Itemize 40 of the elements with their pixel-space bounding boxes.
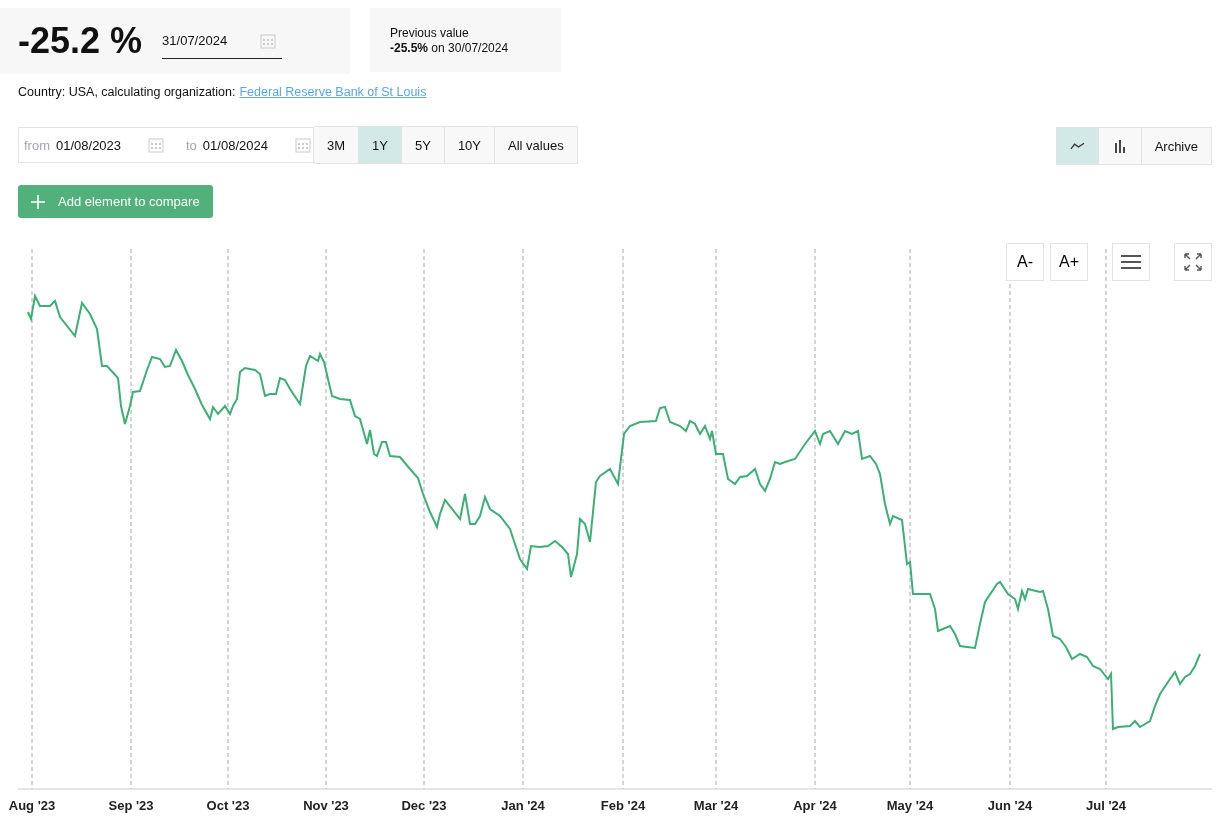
fullscreen-icon: [1184, 253, 1202, 271]
x-axis-label: Aug '23: [8, 798, 56, 813]
x-axis-label: Feb '24: [600, 798, 646, 813]
bar-chart-icon: [1113, 139, 1126, 153]
font-size-button[interactable]: A+: [1050, 243, 1088, 281]
period-tab[interactable]: All values: [495, 126, 578, 164]
x-axis-label: Mar '24: [693, 798, 739, 813]
to-date-input[interactable]: 01/08/2024: [202, 137, 289, 153]
x-axis-label: Sep '23: [108, 798, 154, 813]
from-date-input[interactable]: 01/08/2023: [56, 137, 142, 153]
previous-value-text: -25.5% on 30/07/2024: [390, 41, 510, 56]
date-input[interactable]: 31/07/2024: [162, 33, 253, 48]
period-tab[interactable]: 1Y: [359, 126, 402, 164]
x-axis-label: Jan '24: [501, 798, 545, 813]
archive-button[interactable]: Archive: [1141, 127, 1212, 165]
to-label: to: [186, 137, 197, 153]
period-tab[interactable]: 5Y: [401, 126, 445, 164]
previous-value-label: Previous value: [390, 26, 470, 41]
source-text: Country: USA, calculating organization:: [18, 85, 236, 99]
plus-icon: [30, 193, 46, 210]
menu-icon: [1120, 254, 1142, 270]
indicator-value: -25.2 %: [18, 20, 143, 62]
x-axis-label: Nov '23: [303, 798, 349, 813]
fullscreen-button[interactable]: [1174, 243, 1212, 281]
calendar-icon[interactable]: [294, 137, 311, 153]
x-axis-label: Oct '23: [206, 798, 250, 813]
from-label: from: [24, 137, 50, 153]
period-tab[interactable]: 10Y: [444, 126, 495, 164]
line-chart-icon: [1069, 141, 1085, 151]
x-axis-label: Apr '24: [793, 798, 837, 813]
menu-button[interactable]: [1112, 243, 1150, 281]
x-axis-label: Jun '24: [987, 798, 1033, 813]
x-axis-label: Jul '24: [1086, 798, 1126, 813]
period-tab[interactable]: 3M: [314, 126, 360, 164]
font-size-button[interactable]: A-: [1006, 243, 1044, 281]
x-axis-label: Dec '23: [401, 798, 447, 813]
calendar-icon[interactable]: [148, 137, 164, 153]
bar-chart-button[interactable]: [1098, 127, 1142, 165]
calendar-icon[interactable]: [260, 32, 277, 49]
x-axis-label: May '24: [886, 798, 934, 813]
